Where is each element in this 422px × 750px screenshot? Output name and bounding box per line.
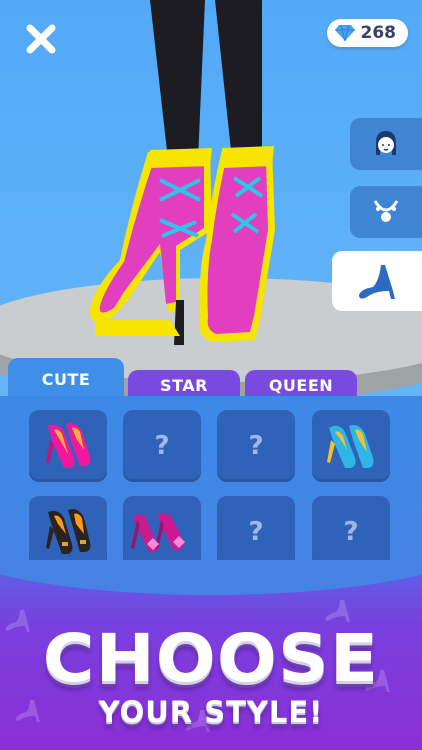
- necklace-icon: [373, 200, 399, 222]
- locked-mark: ?: [154, 431, 170, 461]
- grid-item-shoe[interactable]: [123, 496, 201, 568]
- grid-item-locked[interactable]: ?: [123, 410, 201, 482]
- side-tab-jewelry[interactable]: [350, 186, 422, 238]
- close-icon: [26, 24, 56, 54]
- right-leg: [215, 0, 262, 160]
- side-tab-shoes[interactable]: [332, 251, 422, 311]
- grid-item-locked[interactable]: ?: [217, 496, 295, 568]
- gem-count: 268: [360, 23, 397, 43]
- tab-cute[interactable]: CUTE: [8, 358, 124, 400]
- close-button[interactable]: [24, 22, 58, 56]
- diamond-icon: [334, 24, 355, 42]
- blue-open-toe-heel-icon: [327, 425, 374, 468]
- black-loafer-heel-icon: [46, 509, 91, 554]
- pink-heel-icon: [46, 423, 91, 468]
- grid-item-shoe[interactable]: [29, 496, 107, 568]
- left-leg: [150, 0, 205, 160]
- grid-item-locked[interactable]: ?: [217, 410, 295, 482]
- banner-subtitle: YOUR STYLE!: [98, 695, 324, 729]
- tab-label: QUEEN: [268, 375, 334, 395]
- grid-item-locked[interactable]: ?: [312, 496, 390, 568]
- banner-title: CHOOSE: [42, 620, 380, 697]
- high-heel-icon: [359, 265, 395, 299]
- pink-bow-heel-icon: [131, 513, 185, 552]
- gem-counter: 268: [326, 19, 408, 47]
- tab-label: CUTE: [41, 369, 91, 389]
- grid-item-shoe[interactable]: [29, 410, 107, 482]
- side-tab-face[interactable]: [350, 118, 422, 170]
- face-icon: [376, 131, 396, 155]
- grid-item-shoe[interactable]: [312, 410, 390, 482]
- category-tabs: CUTE STAR QUEEN: [0, 356, 422, 400]
- locked-mark: ?: [248, 517, 264, 547]
- locked-mark: ?: [343, 517, 359, 547]
- character-preview: 268: [0, 0, 422, 400]
- tab-label: STAR: [160, 375, 208, 395]
- locked-mark: ?: [248, 431, 264, 461]
